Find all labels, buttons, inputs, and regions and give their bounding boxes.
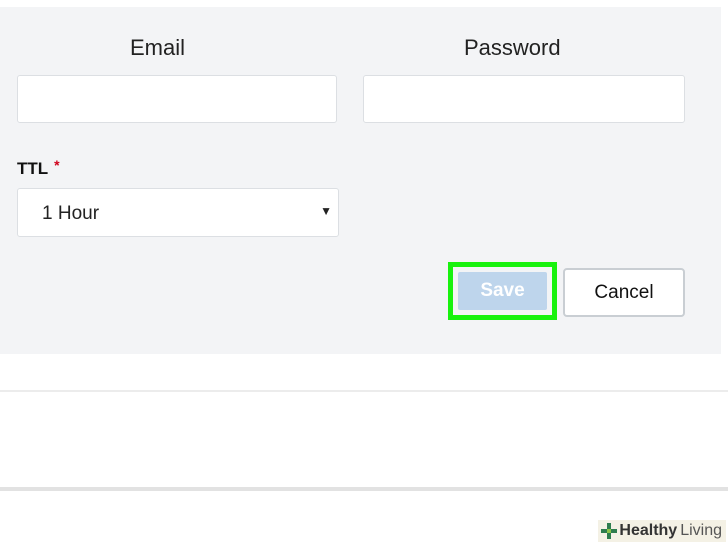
ttl-select[interactable]: 1 Hour ▼ xyxy=(17,188,339,237)
watermark-brand: Healthy xyxy=(619,522,678,539)
ttl-label: TTL * xyxy=(17,157,60,179)
watermark-suffix: Living xyxy=(680,522,722,539)
ttl-label-text: TTL xyxy=(17,159,49,178)
email-label: Email xyxy=(130,35,186,60)
section-divider xyxy=(0,390,728,392)
page: Email Password TTL * 1 Hour ▼ Save Cancel… xyxy=(0,0,728,546)
save-button-highlight: Save xyxy=(448,262,557,320)
dropdown-arrow-icon: ▼ xyxy=(320,204,332,218)
watermark: Healthy Living xyxy=(598,520,726,542)
email-input[interactable] xyxy=(17,75,337,123)
save-button[interactable]: Save xyxy=(458,272,547,310)
ttl-selected-value: 1 Hour xyxy=(42,203,100,224)
required-asterisk: * xyxy=(54,157,60,173)
plus-logo-icon xyxy=(601,523,618,539)
password-label: Password xyxy=(464,35,561,60)
cancel-button[interactable]: Cancel xyxy=(563,268,685,317)
footer-divider xyxy=(0,487,728,491)
password-input[interactable] xyxy=(363,75,685,123)
form-panel: Email Password TTL * 1 Hour ▼ Save Cancel xyxy=(0,7,721,354)
